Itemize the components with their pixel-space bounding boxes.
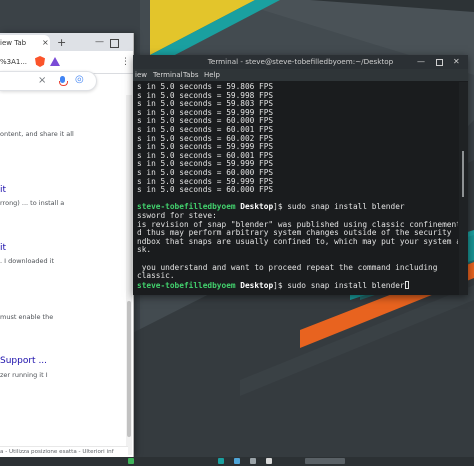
result-link[interactable]: it <box>0 243 6 253</box>
command-text: sudo snap install blender <box>282 202 405 212</box>
search-box[interactable]: × ◎ <box>0 71 97 91</box>
output-line: classic. <box>137 271 175 281</box>
prompt-dir: Desktop <box>240 280 274 290</box>
browser-tab-strip: iew Tab × + — <box>0 33 133 51</box>
prompt-user: steve-tobefilledbyoem <box>137 280 236 290</box>
terminal-output[interactable]: s in 5.0 seconds = 59.806 FPS s in 5.0 s… <box>133 82 458 295</box>
result-snippet: ontent, and share it all <box>0 130 74 138</box>
clear-search-icon[interactable]: × <box>38 75 46 87</box>
prompt-suffix: ]$ <box>273 202 283 212</box>
prompt-dir: Desktop <box>240 202 274 212</box>
brave-shield-icon[interactable] <box>35 56 45 67</box>
search-results: ontent, and share it all it rrong) ... t… <box>0 95 125 455</box>
files-icon[interactable] <box>128 458 134 464</box>
minimize-button[interactable]: — <box>417 57 425 67</box>
menu-icon[interactable]: ⋮ <box>121 55 130 69</box>
command-text: sudo snap install blender <box>282 280 405 290</box>
menu-view[interactable]: iew <box>135 69 147 81</box>
result-link[interactable]: Support ... <box>0 356 47 366</box>
terminal-scroll-thumb[interactable] <box>462 151 464 197</box>
result-snippet: rrong) ... to install a <box>0 199 65 207</box>
lens-search-icon[interactable]: ◎ <box>75 74 84 86</box>
output-line: sk. <box>137 245 152 255</box>
maximize-button[interactable] <box>436 59 443 66</box>
new-tab-button[interactable]: + <box>57 35 66 51</box>
output-line: ndbox that snaps are usually confined to… <box>137 236 458 246</box>
prompt-line: steve-tobefilledbyoem Desktop]$ sudo sna… <box>137 280 410 291</box>
result-snippet: . I downloaded it <box>0 257 55 265</box>
close-icon[interactable]: ✕ <box>453 56 460 67</box>
settings-icon[interactable] <box>250 458 256 464</box>
terminal-menubar: iew Terminal Tabs Help <box>133 69 468 81</box>
terminal-titlebar[interactable]: Terminal - steve@steve-tobefilledbyoem:~… <box>133 55 468 69</box>
prompt-suffix: ]$ <box>273 280 283 290</box>
result-snippet: must enable the <box>0 313 54 321</box>
app-icon[interactable] <box>266 458 272 464</box>
rewards-icon[interactable] <box>50 57 60 66</box>
menu-help[interactable]: Help <box>204 69 220 81</box>
output-line: you understand and want to proceed repea… <box>137 262 438 272</box>
window-button[interactable] <box>305 458 345 464</box>
result-snippet: zer running it I <box>0 371 48 379</box>
taskbar <box>0 457 474 466</box>
text-cursor <box>404 280 410 289</box>
browser-icon[interactable] <box>234 458 240 464</box>
menu-tabs[interactable]: Tabs <box>183 69 199 81</box>
microphone-stand <box>59 81 68 86</box>
maximize-button[interactable] <box>110 39 119 48</box>
browser-window: iew Tab × + — %3A1... ⋮ × ◎ ontent, and … <box>0 33 134 458</box>
browser-scroll-thumb[interactable] <box>127 301 131 437</box>
address-bar[interactable]: %3A1... <box>0 55 27 69</box>
fps-line: s in 5.0 seconds = 60.000 FPS <box>137 185 274 195</box>
close-tab-icon[interactable]: × <box>42 35 54 51</box>
tab-title: iew Tab <box>0 39 27 47</box>
minimize-button[interactable]: — <box>95 35 104 49</box>
menu-terminal[interactable]: Terminal <box>153 69 183 81</box>
result-link[interactable]: it <box>0 185 6 195</box>
terminal-window: Terminal - steve@steve-tobefilledbyoem:~… <box>133 55 468 295</box>
terminal-icon[interactable] <box>218 458 224 464</box>
